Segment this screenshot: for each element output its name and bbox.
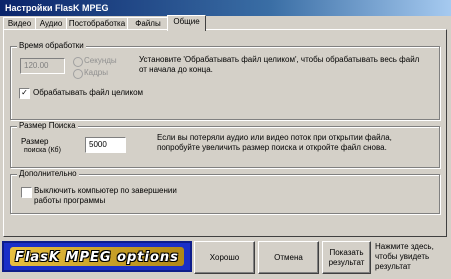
flask-mpeg-logo: FlasK MPEG options [2, 241, 192, 272]
cancel-button[interactable]: Отмена [258, 241, 319, 274]
time-value-field[interactable]: 120.00 [20, 58, 65, 74]
window-title: Настройки FlasK MPEG [5, 3, 109, 13]
search-size-input[interactable]: 5000 [85, 137, 126, 153]
search-size-legend: Размер Поиска [17, 121, 78, 131]
ok-button[interactable]: Хорошо [194, 241, 255, 274]
additional-group: Дополнительно Выключить компьютер по зав… [10, 169, 440, 214]
processing-time-group: Время обработки 120.00 Секунды Кадры Уст… [10, 41, 440, 120]
show-results-hint: Нажмите здесь, чтобы увидеть результат [375, 242, 434, 271]
whole-file-checkbox[interactable]: ✓ [19, 88, 30, 99]
processing-time-hint: Установите 'Обрабатывать файл целиком', … [139, 55, 420, 74]
seconds-radio[interactable] [73, 57, 83, 67]
additional-legend: Дополнительно [17, 169, 79, 179]
frames-radio-label: Кадры [84, 68, 108, 77]
search-size-group: Размер Поиска Размер поиска (Кб) 5000 Ес… [10, 121, 440, 168]
search-size-hint: Если вы потеряли аудио или видео поток п… [157, 133, 392, 152]
seconds-radio-label: Секунды [84, 56, 117, 65]
processing-time-legend: Время обработки [17, 41, 86, 51]
general-panel: Время обработки 120.00 Секунды Кадры Уст… [3, 29, 447, 237]
title-bar: Настройки FlasK MPEG [0, 0, 451, 16]
frames-radio[interactable] [73, 69, 83, 79]
logo-text: FlasK MPEG options [15, 250, 179, 265]
show-results-button[interactable]: Показать результат [322, 241, 371, 274]
search-size-label-unit: поиска (Кб) [24, 147, 61, 154]
tab-general[interactable]: Общие [167, 15, 206, 31]
shutdown-label: Выключить компьютер по завершении работы… [34, 186, 177, 205]
whole-file-label: Обрабатывать файл целиком [33, 88, 144, 97]
shutdown-checkbox[interactable] [21, 187, 32, 198]
